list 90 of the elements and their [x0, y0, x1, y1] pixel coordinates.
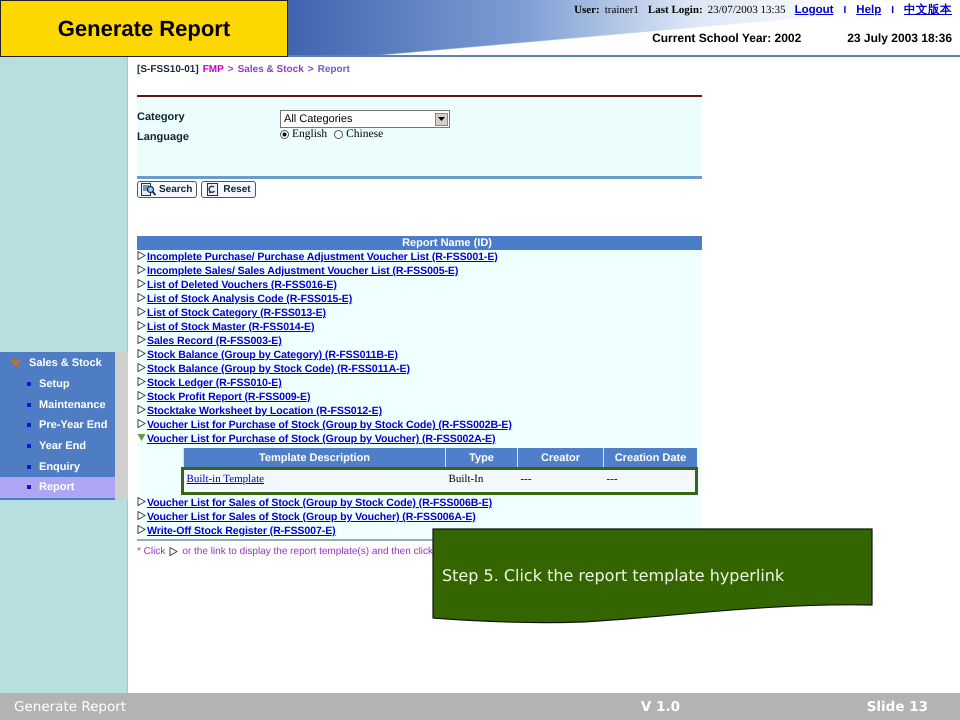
- report-link[interactable]: List of Stock Analysis Code (R-FSS015-E): [147, 293, 352, 305]
- report-link[interactable]: Sales Record (R-FSS003-E): [147, 335, 282, 347]
- bullet-icon: [27, 402, 31, 407]
- search-button[interactable]: Search: [137, 181, 198, 198]
- bullet-icon: [27, 464, 31, 469]
- report-link[interactable]: Incomplete Sales/ Sales Adjustment Voucher List (R-FSS005-E): [147, 265, 458, 277]
- menu-item[interactable]: Maintenance: [0, 394, 115, 416]
- table-cell: Built-In: [448, 473, 484, 485]
- last-login-time: 23/07/2003 13:35: [708, 4, 786, 16]
- expand-icon[interactable]: [137, 335, 146, 344]
- expand-icon[interactable]: [137, 307, 146, 316]
- expand-icon[interactable]: [137, 497, 146, 506]
- field-label: Language: [137, 130, 190, 144]
- menu-item[interactable]: Pre-Year End: [0, 415, 115, 436]
- menu-item[interactable]: Year End: [0, 436, 115, 456]
- template-link[interactable]: Built-in Template: [186, 473, 264, 485]
- menu-item[interactable]: Setup: [0, 374, 115, 395]
- report-link[interactable]: Voucher List for Purchase of Stock (Group by Stock Code) (R-FSS002B-E): [147, 419, 512, 431]
- report-link[interactable]: Stock Balance (Group by Category) (R-FSS011B-E): [147, 349, 398, 361]
- radio-button[interactable]: [334, 130, 344, 138]
- category-dropdown[interactable]: All Categories: [280, 110, 450, 128]
- note-text: or the link to display the report template(s) and then click: [182, 546, 434, 557]
- bullet-icon: [27, 382, 31, 386]
- breadcrumb-item[interactable]: Sales & Stock: [238, 64, 304, 74]
- table-cell: ---: [606, 473, 618, 485]
- version-label: V 1.0: [640, 698, 680, 714]
- table-cell: ---: [520, 473, 532, 485]
- expand-icon[interactable]: [137, 321, 146, 330]
- expand-icon[interactable]: [137, 363, 146, 372]
- slide-title: Generate Report: [0, 0, 288, 57]
- report-link[interactable]: Voucher List for Sales of Stock (Group by Stock Code) (R-FSS006B-E): [147, 497, 492, 509]
- slide-number: Slide 13: [866, 698, 928, 714]
- column-header: Report Name (ID): [137, 236, 702, 250]
- breadcrumb-item: Report: [318, 64, 350, 74]
- report-link[interactable]: Voucher List for Purchase of Stock (Group by Voucher) (R-FSS002A-E): [147, 433, 496, 445]
- bullet-icon: [27, 444, 31, 448]
- reset-button[interactable]: Reset: [201, 181, 256, 198]
- bullet-icon: [27, 485, 31, 490]
- report-link[interactable]: Incomplete Purchase/ Purchase Adjustment Voucher List (R-FSS001-E): [147, 251, 498, 263]
- separator: I: [891, 5, 894, 16]
- breadcrumb-item[interactable]: FMP: [202, 64, 224, 74]
- expand-icon[interactable]: [137, 265, 146, 274]
- expand-icon: [169, 547, 178, 556]
- user-name: trainer1: [604, 4, 639, 16]
- screen-id: [S-FSS10-01]: [137, 64, 199, 74]
- report-link[interactable]: Stocktake Worksheet by Location (R-FSS012-E): [147, 405, 382, 417]
- search-icon: [141, 183, 156, 196]
- header-link[interactable]: 中文版本: [904, 2, 952, 17]
- report-link[interactable]: Voucher List for Sales of Stock (Group by Voucher) (R-FSS006A-E): [147, 511, 476, 523]
- school-year: Current School Year: 2002: [652, 31, 802, 45]
- expand-icon[interactable]: [137, 511, 146, 520]
- expand-icon[interactable]: [137, 525, 146, 534]
- last-login-label: Last Login:: [648, 4, 703, 16]
- header-link[interactable]: Logout: [794, 4, 834, 16]
- callout-text: Step 5. Click the report template hyperlink: [442, 566, 784, 585]
- report-link[interactable]: Stock Profit Report (R-FSS009-E): [147, 391, 310, 403]
- report-link[interactable]: Stock Ledger (R-FSS010-E): [147, 377, 282, 389]
- menu-heading[interactable]: Sales & Stock: [29, 357, 102, 369]
- header-link[interactable]: Help: [856, 4, 882, 16]
- column-header: Template Description: [184, 448, 446, 468]
- report-link[interactable]: List of Stock Category (R-FSS013-E): [147, 307, 326, 319]
- expand-icon[interactable]: [137, 419, 146, 428]
- breadcrumb-separator: >: [228, 64, 234, 74]
- radio-label: Chinese: [346, 128, 384, 140]
- report-link[interactable]: Write-Off Stock Register (R-FSS007-E): [147, 525, 336, 537]
- report-link[interactable]: List of Deleted Vouchers (R-FSS016-E): [147, 279, 337, 291]
- note-text: * Click: [137, 546, 166, 557]
- column-header: Type: [446, 448, 518, 468]
- footer-title: Generate Report: [14, 698, 126, 714]
- column-header: Creation Date: [604, 448, 697, 468]
- radio-button[interactable]: [280, 130, 289, 138]
- column-header: Creator: [518, 448, 604, 468]
- bullet-icon: [27, 423, 31, 428]
- expand-icon[interactable]: [137, 405, 146, 414]
- report-link[interactable]: Stock Balance (Group by Stock Code) (R-FSS011A-E): [147, 363, 410, 375]
- expand-icon[interactable]: [137, 349, 146, 358]
- breadcrumb-separator: >: [308, 64, 314, 74]
- menu-item[interactable]: Enquiry: [0, 456, 115, 477]
- expand-icon[interactable]: [137, 391, 146, 400]
- report-link[interactable]: List of Stock Master (R-FSS014-E): [147, 321, 314, 333]
- current-datetime: 23 July 2003 18:36: [847, 31, 952, 45]
- field-label: Category: [137, 110, 186, 124]
- user-label: User:: [574, 4, 600, 16]
- expand-icon[interactable]: [137, 377, 146, 386]
- collapse-icon[interactable]: [137, 433, 146, 442]
- separator: I: [844, 5, 846, 16]
- radio-label: English: [292, 128, 328, 140]
- expand-icon[interactable]: [137, 293, 146, 302]
- reset-icon: [205, 183, 220, 196]
- expand-icon[interactable]: [137, 279, 146, 288]
